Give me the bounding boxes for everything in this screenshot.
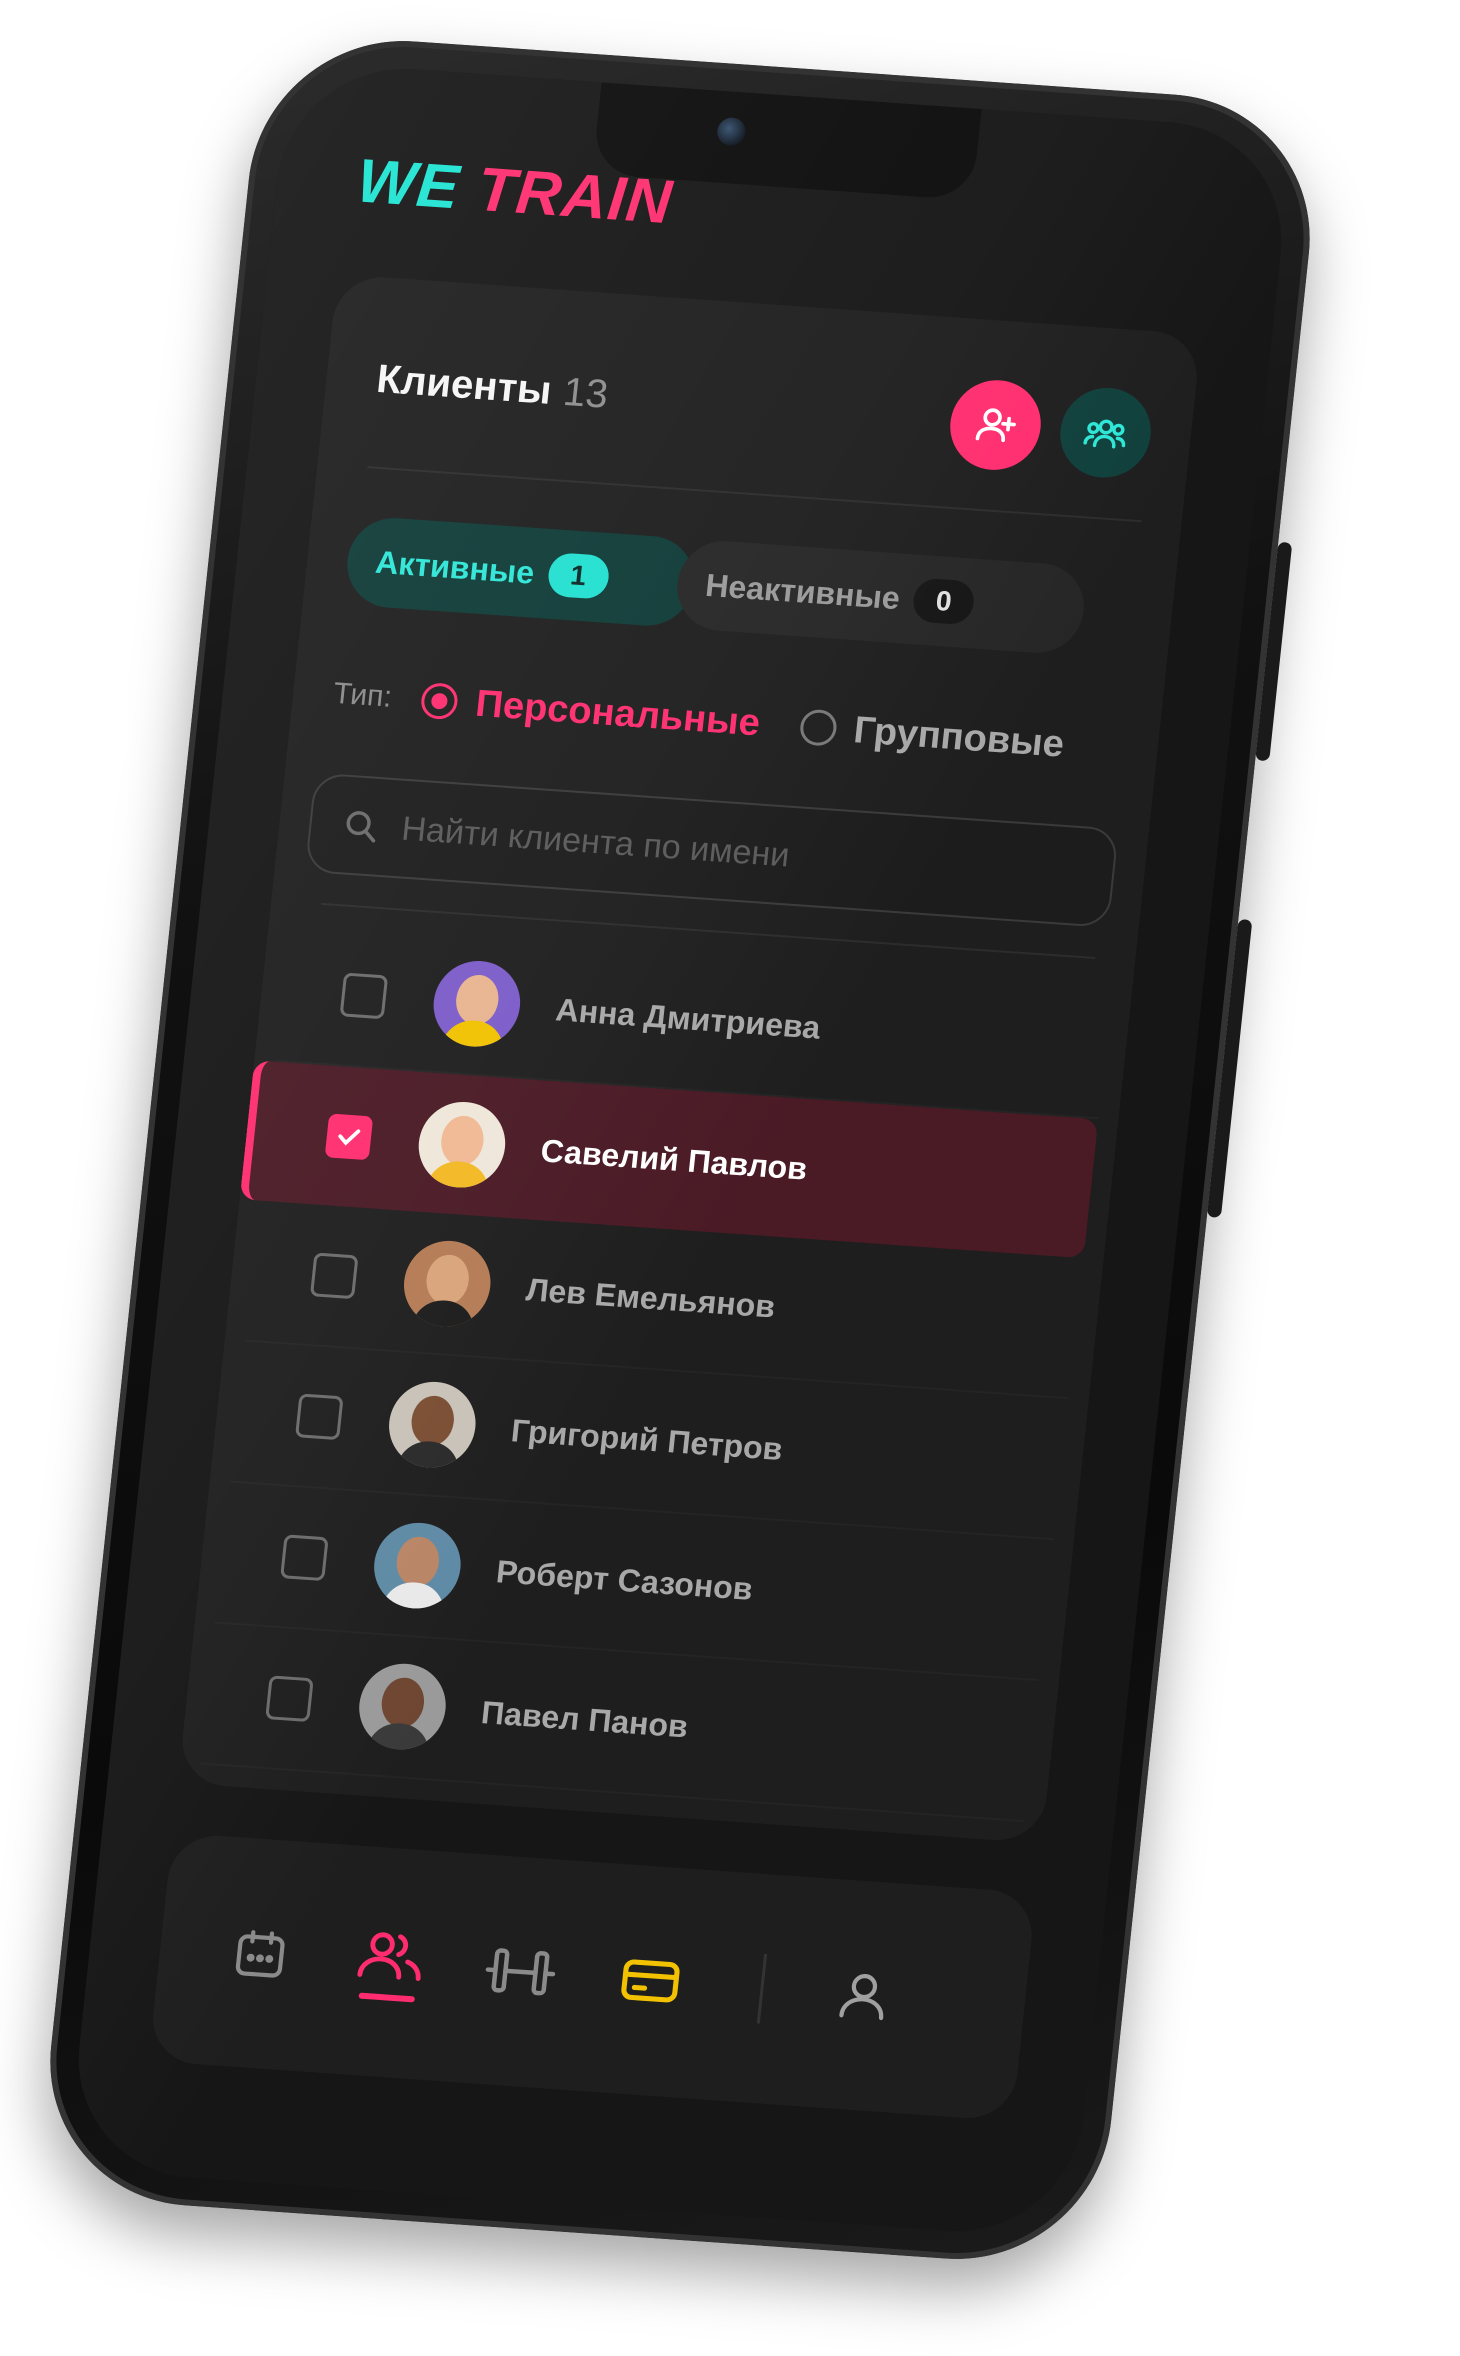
radio-personal[interactable]: Персональные [419,679,763,745]
logo-we: WE [353,146,463,223]
nav-calendar[interactable] [204,1891,317,2017]
radio-selected-icon [419,682,460,721]
type-label: Тип: [331,676,394,714]
checkbox[interactable] [294,1393,344,1441]
nav-clients[interactable] [334,1900,447,2026]
dumbbell-icon [485,1948,556,1996]
search-icon [346,811,376,843]
nav-separator [756,1953,768,2024]
calendar-icon [235,1930,285,1978]
clients-icon [357,1932,421,1981]
profile-icon [839,1974,884,2021]
radio-personal-label: Персональные [473,682,763,744]
avatar [384,1378,480,1471]
status-tabs: Активные 1 Неактивные 0 [342,515,1136,659]
radio-group[interactable]: Групповые [798,705,1067,766]
nav-active-indicator [358,1992,416,2003]
search-input[interactable] [397,808,1084,897]
checkbox[interactable] [339,972,389,1020]
phone-frame: WE TRAIN Клиенты 13 Активные 1 Неактивны… [35,30,1325,2270]
client-name: Анна Дмитриева [554,990,823,1046]
client-name: Роберт Сазонов [494,1552,755,1607]
radio-unselected-icon [798,708,838,747]
search-box[interactable] [304,772,1119,928]
phone-screen: WE TRAIN Клиенты 13 Активные 1 Неактивны… [66,60,1294,2240]
tab-active-label: Активные [373,543,537,591]
nav-workouts[interactable] [464,1909,577,2035]
checkbox[interactable] [280,1534,329,1582]
type-filter: Тип: Персональные Групповые [330,664,1120,778]
group-clients-button[interactable] [1055,384,1156,481]
client-name: Савелий Павлов [539,1131,809,1187]
avatar [414,1099,510,1191]
avatar [369,1519,465,1612]
tab-inactive[interactable]: Неактивные 0 [672,538,1089,656]
client-name: Павел Панов [479,1693,690,1744]
client-name: Лев Емельянов [524,1270,778,1325]
side-button [1206,919,1253,1218]
nav-payments[interactable] [594,1918,707,2044]
checkbox[interactable] [309,1252,359,1300]
app-content: WE TRAIN Клиенты 13 Активные 1 Неактивны… [142,125,1218,2185]
phone-mockup: WE TRAIN Клиенты 13 Активные 1 Неактивны… [0,0,1460,2356]
radio-group-label: Групповые [851,708,1067,766]
tab-inactive-label: Неактивные [703,566,902,616]
tab-active[interactable]: Активные 1 [342,515,699,629]
tab-active-count: 1 [545,551,611,600]
group-icon [1083,419,1126,449]
page-title-text: Клиенты [374,356,554,413]
add-user-icon [975,408,1016,443]
clients-card: Клиенты 13 Активные 1 Неактивные 0 Тип: … [177,274,1202,1844]
clients-header: Клиенты 13 [371,337,1156,490]
avatar [354,1660,450,1753]
client-name: Григорий Петров [509,1411,785,1467]
checkbox[interactable] [265,1675,314,1723]
bottom-navigation [148,1832,1037,2122]
tab-inactive-count: 0 [911,577,977,626]
client-list: Анна Дмитриева Савелий Павлов Лев Емелья… [180,919,1133,1823]
avatar [429,958,525,1050]
side-button [1255,541,1293,762]
add-client-button[interactable] [945,377,1046,473]
clients-count: 13 [561,370,611,417]
camera-icon [715,116,747,147]
avatar [399,1238,495,1330]
nav-profile[interactable] [807,1933,920,2059]
checkbox[interactable] [324,1113,374,1161]
page-title: Клиенты 13 [374,356,611,418]
checkmark-icon [338,1129,361,1146]
card-icon [621,1959,680,2003]
